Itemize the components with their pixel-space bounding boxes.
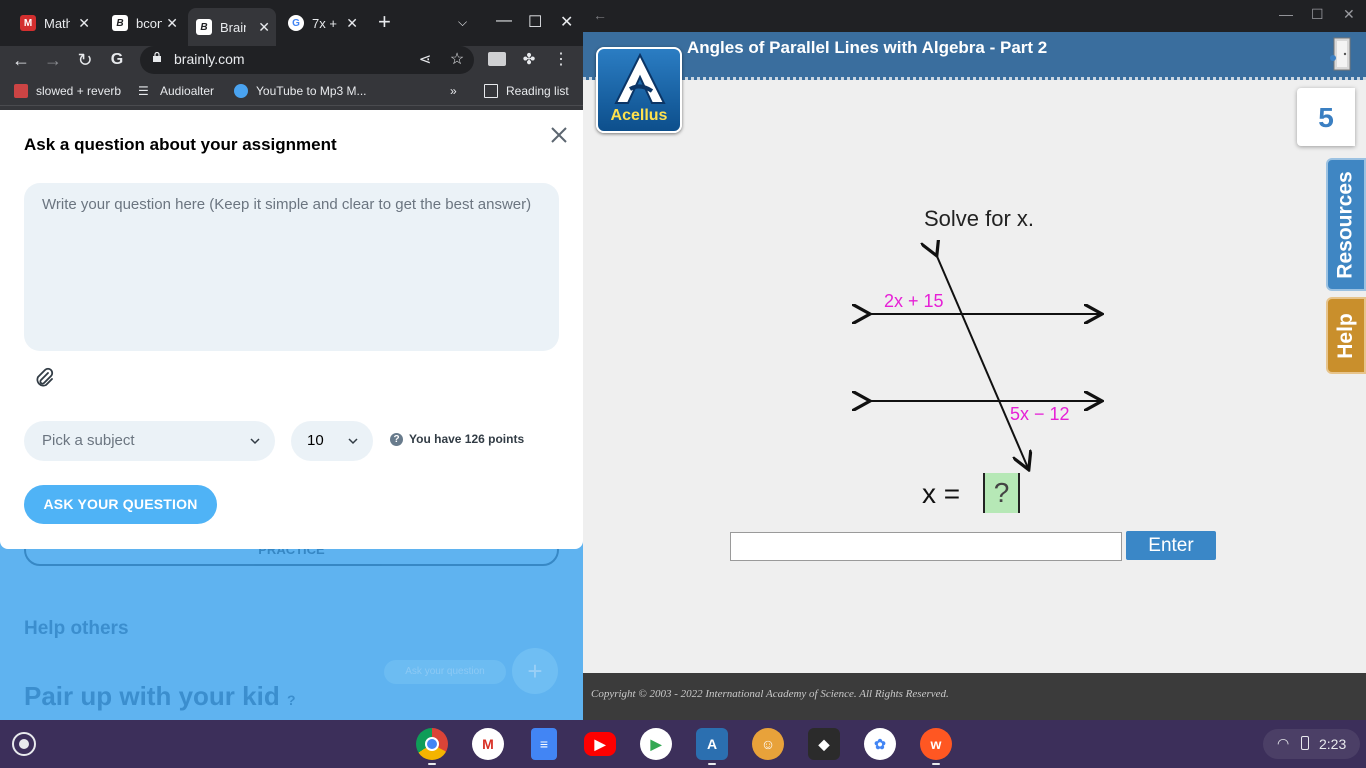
google-favicon-icon: G xyxy=(288,15,304,31)
tab-google[interactable]: G 7x + ✕ xyxy=(280,8,364,38)
tab-brainly-active[interactable]: B Brain ✕ xyxy=(188,8,276,46)
bookmark-favicon-icon xyxy=(14,84,28,98)
enter-button[interactable]: Enter xyxy=(1126,531,1216,560)
ask-question-button[interactable]: ASK YOUR QUESTION xyxy=(24,485,217,524)
new-tab-button[interactable]: + xyxy=(378,9,391,35)
reload-icon[interactable]: ↻ xyxy=(74,49,96,71)
copyright-text: Copyright © 2003 - 2022 International Ac… xyxy=(591,688,949,700)
close-tab-icon[interactable]: ✕ xyxy=(166,15,178,32)
subject-select[interactable]: Pick a subject xyxy=(24,421,275,461)
extension-icon[interactable] xyxy=(488,52,506,66)
menu-kebab-icon[interactable]: ⋮ xyxy=(550,49,572,71)
close-window-button[interactable]: ✕ xyxy=(560,12,573,32)
play-store-app-icon[interactable]: ▶ xyxy=(640,728,672,760)
paperclip-icon[interactable] xyxy=(32,366,56,390)
acellus-app-icon[interactable]: A xyxy=(696,728,728,760)
info-icon: ? xyxy=(286,692,296,708)
points-select[interactable]: 10 xyxy=(291,421,373,461)
close-tab-icon[interactable]: ✕ xyxy=(258,19,270,36)
sliders-icon: ☰ xyxy=(138,84,149,98)
question-textarea[interactable]: Write your question here (Keep it simple… xyxy=(24,183,559,351)
running-indicator xyxy=(428,763,436,765)
problem-prompt: Solve for x. xyxy=(924,206,1035,231)
help-tab[interactable]: Help xyxy=(1326,297,1366,374)
browser-window: M Math ✕ B bcon ✕ B Brain ✕ G 7x + ✕ + ⌵… xyxy=(0,0,583,720)
minimize-button[interactable]: — xyxy=(496,12,512,30)
url-text: brainly.com xyxy=(174,51,245,67)
docs-app-icon[interactable]: ≡ xyxy=(531,728,557,760)
brainly-favicon-icon: B xyxy=(112,15,128,31)
running-indicator xyxy=(708,763,716,765)
chevron-down-icon xyxy=(348,438,358,445)
roblox-app-icon[interactable]: ◆ xyxy=(808,728,840,760)
tab-search-icon[interactable]: ⌵ xyxy=(458,15,467,30)
close-tab-icon[interactable]: ✕ xyxy=(346,15,358,32)
chrome-app-icon[interactable] xyxy=(416,728,448,760)
bookmark-star-icon[interactable]: ☆ xyxy=(446,49,468,71)
extensions-puzzle-icon[interactable]: ✤ xyxy=(518,49,540,71)
ask-small-button: Ask your question xyxy=(384,660,506,684)
close-icon[interactable] xyxy=(548,124,570,146)
bookmark-audioalter[interactable]: ☰ Audioalter xyxy=(138,84,214,98)
lock-icon xyxy=(153,52,161,62)
clock-time: 2:23 xyxy=(1319,736,1347,752)
exit-door-icon[interactable] xyxy=(1330,36,1354,72)
reading-list-icon xyxy=(484,84,498,98)
gmail-app-icon[interactable]: M xyxy=(472,728,504,760)
answer-input[interactable] xyxy=(730,532,1122,561)
help-others-heading: Help others xyxy=(24,618,129,639)
forward-icon[interactable]: → xyxy=(42,49,64,71)
tab-math[interactable]: M Math ✕ xyxy=(12,8,96,38)
modal-title: Ask a question about your assignment xyxy=(24,135,337,154)
maximize-button[interactable]: ☐ xyxy=(528,12,542,32)
points-info: ? You have 126 points xyxy=(390,432,524,446)
angle-label-top: 2x + 15 xyxy=(884,291,944,311)
help-circle-icon[interactable]: ? xyxy=(390,432,403,446)
resources-tab[interactable]: Resources xyxy=(1326,158,1366,291)
pair-up-heading: Pair up with your kid ? xyxy=(24,681,296,711)
acellus-titlebar: ← — ☐ ✕ xyxy=(583,0,1366,32)
google-g-icon[interactable]: G xyxy=(106,49,128,71)
answer-placeholder-box: ? xyxy=(983,473,1020,513)
status-tray[interactable]: ◠ 2:23 xyxy=(1263,729,1360,759)
cloud-download-icon xyxy=(234,84,248,98)
maximize-button[interactable]: ☐ xyxy=(1311,6,1324,23)
equation-lhs: x = xyxy=(922,478,961,509)
wifi-icon: ◠ xyxy=(1277,735,1290,751)
question-number-badge: 5 xyxy=(1297,88,1355,146)
wattpad-app-icon[interactable]: w xyxy=(920,728,952,760)
transversal-line xyxy=(936,254,1028,468)
chevron-down-icon xyxy=(250,438,260,445)
photos-app-icon[interactable]: ✿ xyxy=(864,728,896,760)
share-icon[interactable]: ⋖ xyxy=(414,49,436,71)
plus-fab-icon: + xyxy=(512,648,558,694)
lesson-title: Angles of Parallel Lines with Algebra - … xyxy=(687,38,1048,57)
os-shelf xyxy=(0,720,1366,768)
minimize-button[interactable]: — xyxy=(1279,6,1293,22)
battery-icon xyxy=(1301,736,1309,750)
close-tab-icon[interactable]: ✕ xyxy=(78,15,90,32)
back-icon[interactable]: ← xyxy=(593,7,607,23)
angle-label-bottom: 5x − 12 xyxy=(1010,404,1070,424)
running-indicator xyxy=(932,763,940,765)
bookmarks-overflow-icon[interactable]: » xyxy=(450,84,457,98)
tab-bcon[interactable]: B bcon ✕ xyxy=(104,8,184,38)
math-favicon-icon: M xyxy=(20,15,36,31)
launcher-icon[interactable] xyxy=(12,732,36,756)
back-icon[interactable]: ← xyxy=(10,49,32,71)
bookmark-youtube-mp3[interactable]: YouTube to Mp3 M... xyxy=(234,84,367,98)
close-window-button[interactable]: ✕ xyxy=(1343,6,1355,23)
youtube-app-icon[interactable]: ▶ xyxy=(584,732,616,756)
bookmark-slowed-reverb[interactable]: slowed + reverb xyxy=(14,84,121,98)
game-app-icon[interactable]: ☺ xyxy=(752,728,784,760)
acellus-a-icon xyxy=(614,53,666,104)
parallel-lines-diagram xyxy=(840,240,1130,480)
acellus-logo: Acellus xyxy=(596,47,682,133)
brainly-favicon-icon: B xyxy=(196,19,212,35)
reading-list-button[interactable]: Reading list xyxy=(484,84,569,98)
